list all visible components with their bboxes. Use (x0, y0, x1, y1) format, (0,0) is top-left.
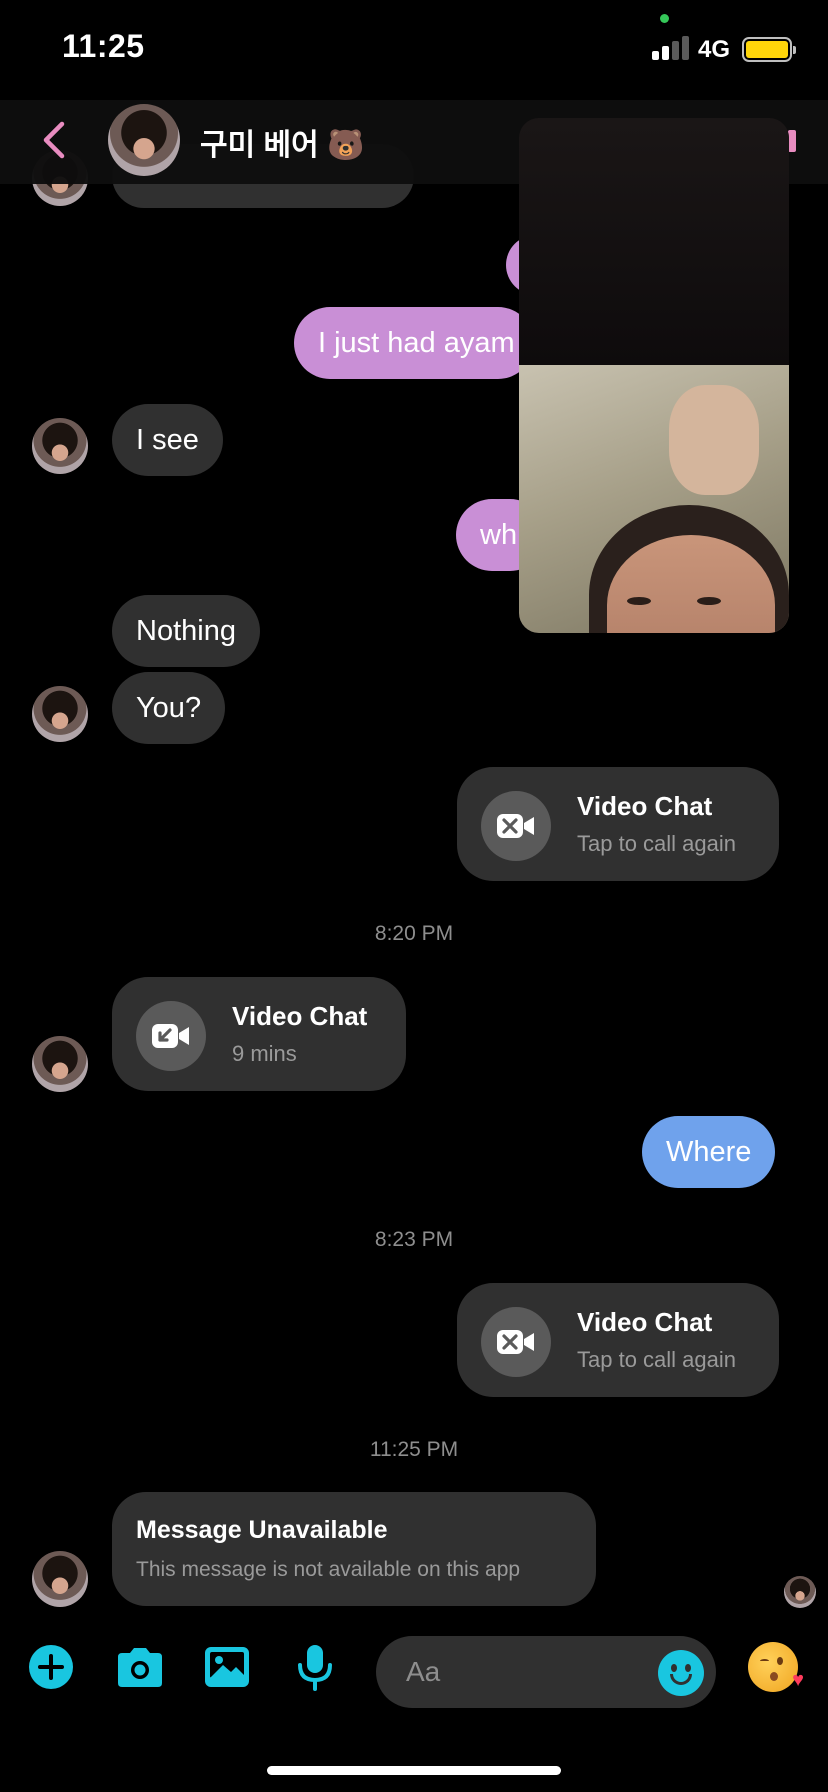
message-bubble-incoming[interactable]: You? (112, 672, 226, 744)
contact-avatar[interactable] (32, 686, 88, 742)
video-preview-top (519, 118, 789, 365)
network-type: 4G (698, 36, 731, 63)
message-composer (376, 1636, 716, 1708)
message-bubble-incoming[interactable]: I see (112, 404, 223, 476)
incoming-video-call-icon (136, 1001, 206, 1071)
plus-button[interactable] (24, 1640, 78, 1694)
read-receipt-avatar (784, 1576, 816, 1608)
contact-avatar[interactable] (108, 104, 180, 176)
camera-feed (519, 365, 789, 633)
timestamp: 8:23 PM (374, 1228, 454, 1251)
call-subtitle: 9 mins (232, 1041, 297, 1066)
message-input[interactable] (406, 1652, 626, 1692)
message-bubble-incoming[interactable]: Nothing (112, 595, 260, 667)
timestamp: 8:20 PM (374, 922, 454, 945)
unavailable-subtitle: This message is not available on this ap… (136, 1558, 521, 1581)
contact-name[interactable]: 구미 베어 🐻 (200, 120, 364, 164)
call-title: Video Chat (577, 791, 713, 821)
message-unavailable-card[interactable]: Message Unavailable This message is not … (112, 1492, 596, 1606)
missed-video-call-icon (481, 1307, 551, 1377)
back-arrow-icon[interactable] (40, 118, 70, 162)
video-chat-card[interactable]: Video Chat Tap to call again (457, 1283, 779, 1397)
header-action-indicator[interactable] (788, 130, 796, 152)
status-time: 11:25 (62, 28, 145, 64)
call-title: Video Chat (577, 1307, 713, 1337)
video-call-preview[interactable] (519, 118, 789, 633)
camera-in-use-indicator (660, 14, 669, 23)
call-subtitle: Tap to call again (577, 831, 736, 856)
photo-gallery-button[interactable] (200, 1640, 254, 1694)
contact-avatar[interactable] (32, 1036, 88, 1092)
feed-hand (669, 385, 759, 495)
cellular-signal-icon (652, 36, 690, 60)
timestamp: 11:25 PM (369, 1438, 459, 1461)
contact-avatar[interactable] (32, 418, 88, 474)
feed-eye (697, 597, 721, 605)
video-chat-card[interactable]: Video Chat Tap to call again (457, 767, 779, 881)
home-indicator[interactable] (267, 1766, 561, 1775)
microphone-button[interactable] (288, 1640, 342, 1694)
feed-eye (627, 597, 651, 605)
video-chat-card[interactable]: Video Chat 9 mins (112, 977, 406, 1091)
call-subtitle: Tap to call again (577, 1347, 736, 1372)
unavailable-title: Message Unavailable (136, 1516, 388, 1544)
status-bar: 11:25 4G (0, 0, 828, 100)
composer-bar: ♥ (0, 1628, 828, 1718)
contact-avatar[interactable] (32, 1551, 88, 1607)
emoji-icon[interactable] (658, 1650, 704, 1696)
battery-icon (742, 37, 796, 62)
missed-video-call-icon (481, 791, 551, 861)
quick-reaction-kiss-icon[interactable]: ♥ (748, 1642, 804, 1692)
message-bubble-outgoing[interactable]: I just had ayam (294, 307, 534, 379)
camera-button[interactable] (113, 1640, 167, 1694)
message-bubble-outgoing[interactable]: Where (642, 1116, 776, 1188)
call-title: Video Chat (232, 1001, 368, 1031)
